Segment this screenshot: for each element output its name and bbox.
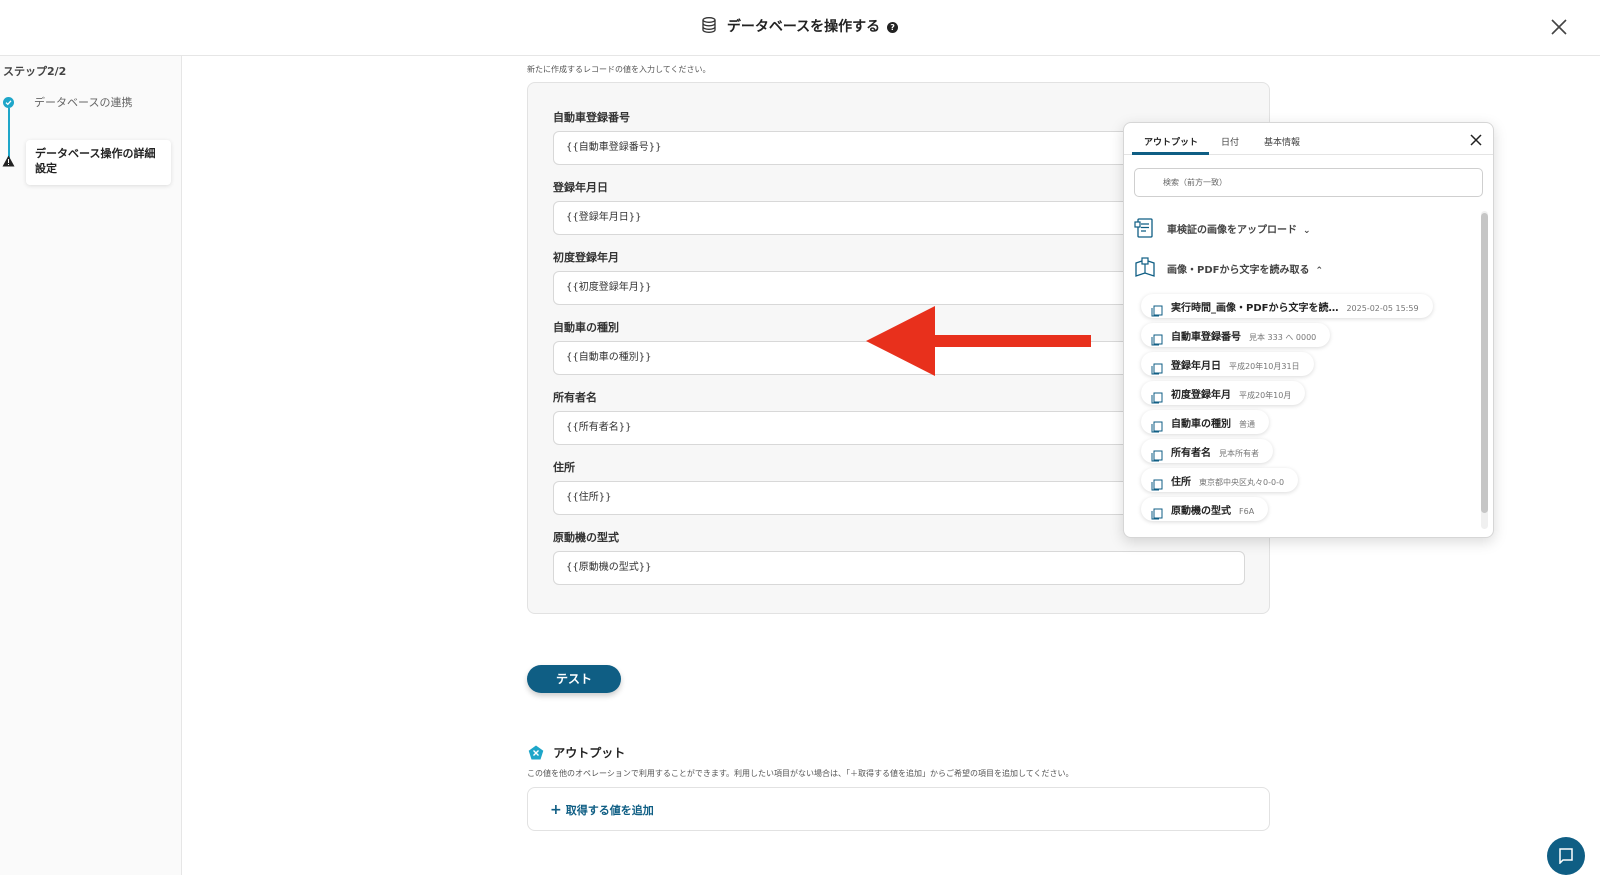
close-icon[interactable] (1548, 16, 1570, 38)
item-name: 登録年月日 (1171, 361, 1221, 372)
arrow-annotation (866, 306, 1092, 380)
help-icon[interactable]: ? (887, 21, 899, 33)
add-value-link[interactable]: + 取得する値を追加 (550, 802, 654, 818)
item-value: 見本 333 へ 0000 (1249, 333, 1317, 342)
field-label: 住所 (553, 461, 575, 474)
step-connector (8, 108, 10, 158)
variable-picker-popup: アウトプット 日付 基本情報 検索（前方一致） 車検証の画像をアップロード ⌄ 画… (1123, 122, 1494, 538)
item-value: 平成20年10月 (1239, 391, 1292, 400)
tab-output[interactable]: アウトプット (1144, 135, 1198, 148)
item-value: 平成20年10月31日 (1229, 362, 1300, 371)
active-tab-indicator (1132, 152, 1209, 155)
output-item-first-registration[interactable]: 初度登録年月 平成20年10月 (1141, 381, 1306, 405)
copy-icon (1151, 300, 1163, 324)
item-name: 原動機の型式 (1171, 506, 1231, 517)
output-item-registration-date[interactable]: 登録年月日 平成20年10月31日 (1141, 352, 1314, 376)
add-value-label: 取得する値を追加 (565, 804, 654, 817)
item-name: 自動車の種別 (1171, 419, 1231, 430)
item-value: F6A (1239, 507, 1255, 516)
field-label: 自動車登録番号 (553, 111, 630, 124)
field-label: 原動機の型式 (553, 531, 619, 544)
copy-icon (1151, 445, 1163, 469)
chevron-up-icon: ⌃ (1315, 266, 1324, 276)
output-item-vehicle-type[interactable]: 自動車の種別 普通 (1141, 410, 1269, 434)
output-description: この値を他のオペレーションで利用することができます。利用したい項目がない場合は、… (527, 769, 1074, 778)
output-item-engine-model[interactable]: 原動機の型式 F6A (1141, 497, 1269, 521)
item-name: 初度登録年月 (1171, 390, 1231, 401)
item-value: 見本所有者 (1219, 449, 1259, 458)
modal-header: データベースを操作する ? (0, 0, 1600, 56)
test-button[interactable]: テスト (527, 665, 621, 693)
search-input[interactable]: 検索（前方一致） (1134, 168, 1483, 197)
close-icon[interactable] (1469, 132, 1483, 146)
scrollbar-thumb[interactable] (1481, 213, 1488, 513)
warning-icon (2, 152, 15, 171)
item-value: 東京都中央区丸々0-0-0 (1199, 478, 1285, 487)
copy-icon (1151, 503, 1163, 527)
item-name: 自動車登録番号 (1171, 332, 1241, 343)
field-label: 所有者名 (553, 391, 597, 404)
tab-basic-info[interactable]: 基本情報 (1264, 135, 1300, 148)
step-item-operation-detail[interactable]: データベース操作の詳細設定 (26, 140, 171, 185)
book-icon (1134, 257, 1156, 282)
section-label: 画像・PDFから文字を読み取る (1167, 265, 1310, 276)
chevron-down-icon: ⌄ (1303, 226, 1311, 236)
copy-icon (1151, 358, 1163, 382)
field-label: 登録年月日 (553, 181, 608, 194)
item-name: 住所 (1171, 477, 1191, 488)
field-label: 初度登録年月 (553, 251, 619, 264)
copy-icon (1151, 329, 1163, 353)
step-sidebar: ステップ2/2 データベースの連携 データベース操作の詳細設定 (0, 56, 182, 875)
output-icon (528, 745, 544, 763)
output-item-registration-number[interactable]: 自動車登録番号 見本 333 へ 0000 (1141, 323, 1331, 347)
chat-icon (1559, 848, 1573, 864)
item-name: 実行時間_画像・PDFから文字を読… (1171, 303, 1339, 314)
check-icon (3, 97, 14, 108)
item-name: 所有者名 (1171, 448, 1211, 459)
copy-icon (1151, 416, 1163, 440)
item-value: 2025-02-05 15:59 (1346, 304, 1419, 313)
field-label: 自動車の種別 (553, 321, 619, 334)
item-value: 普通 (1239, 420, 1255, 429)
section-label: 車検証の画像をアップロード (1167, 225, 1297, 236)
output-item-execution-time[interactable]: 実行時間_画像・PDFから文字を読… 2025-02-05 15:59 (1141, 294, 1433, 318)
field-input-engine-model[interactable]: {{原動機の型式}} (553, 551, 1245, 585)
document-icon (1134, 217, 1156, 242)
page-title-text: データベースを操作する (726, 19, 881, 35)
tab-date[interactable]: 日付 (1221, 135, 1239, 148)
add-value-card: + 取得する値を追加 (527, 787, 1270, 831)
database-icon (702, 17, 716, 37)
plus-icon: + (550, 802, 562, 818)
chat-support-button[interactable] (1547, 837, 1585, 875)
form-hint: 新たに作成するレコードの値を入力してください。 (527, 65, 711, 74)
output-heading: アウトプット (528, 744, 625, 763)
popup-tabs: アウトプット 日付 基本情報 (1124, 123, 1493, 155)
output-item-address[interactable]: 住所 東京都中央区丸々0-0-0 (1141, 468, 1299, 492)
step-counter: ステップ2/2 (3, 65, 67, 78)
copy-icon (1151, 474, 1163, 498)
step-item-database-link[interactable]: データベースの連携 (34, 94, 132, 110)
output-item-owner-name[interactable]: 所有者名 見本所有者 (1141, 439, 1273, 463)
output-heading-text: アウトプット (553, 746, 626, 760)
page-title: データベースを操作する ? (0, 16, 1600, 37)
copy-icon (1151, 387, 1163, 411)
